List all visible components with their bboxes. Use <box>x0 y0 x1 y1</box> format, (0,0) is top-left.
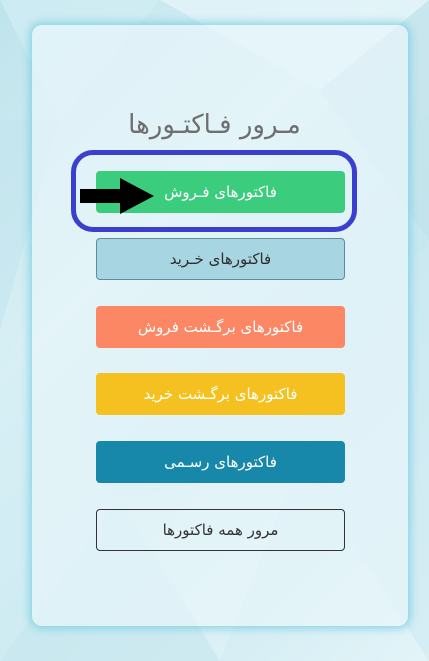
arrow-right-icon <box>80 178 154 214</box>
sales-return-invoices-button[interactable]: فاکتورهای برگـشت فروش <box>96 306 345 348</box>
all-invoices-button[interactable]: مرور همه فاکتورها <box>96 509 345 551</box>
purchase-return-invoices-button[interactable]: فاکتورهای برگـشت خرید <box>96 373 345 415</box>
official-invoices-button[interactable]: فاکتورهای رسـمی <box>96 441 345 483</box>
page-title: مـرور فـاکتـورها <box>128 110 301 140</box>
purchase-invoices-button[interactable]: فاکتورهای خـرید <box>96 238 345 280</box>
